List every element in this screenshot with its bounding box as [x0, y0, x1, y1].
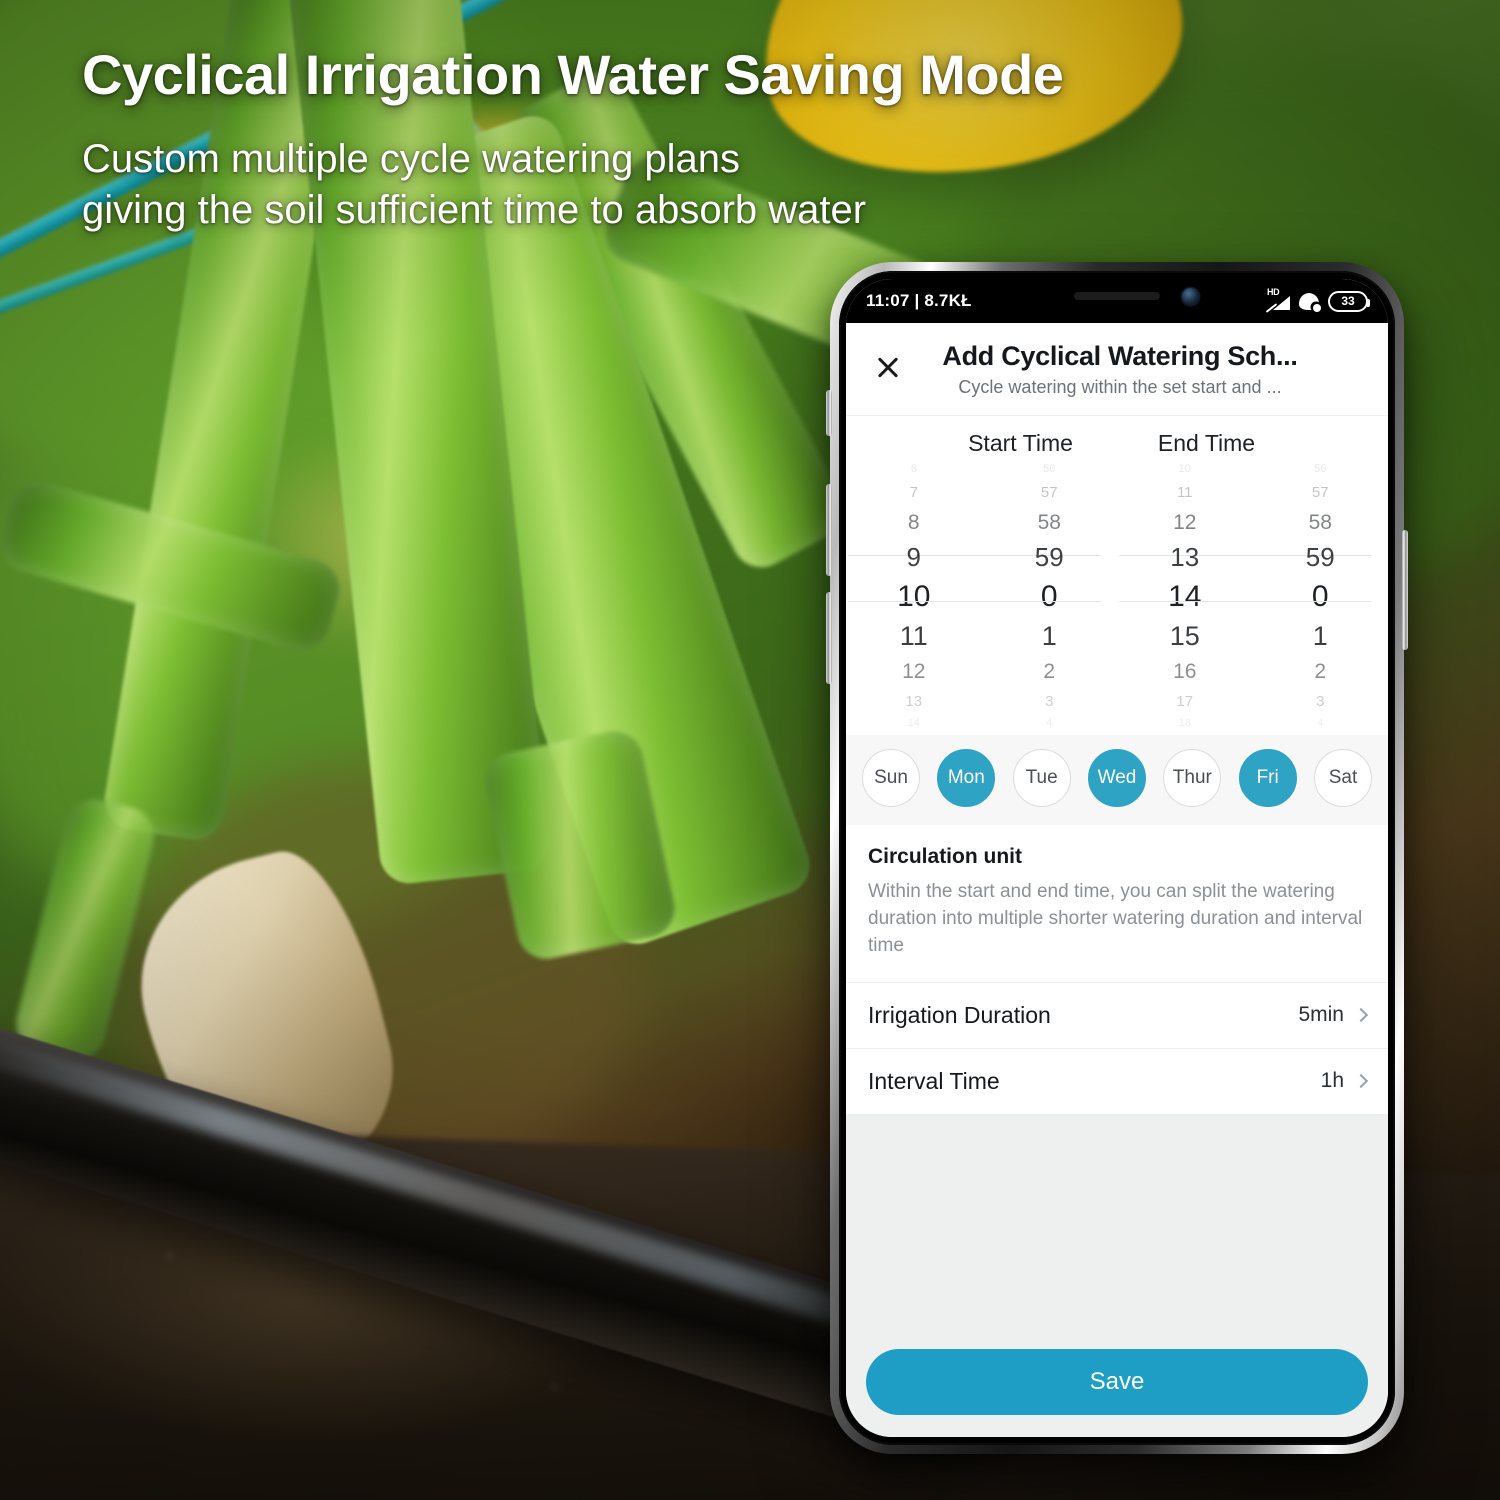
wheel-item: 15 [1169, 621, 1200, 652]
wheel-item-selected: 10 [897, 579, 931, 613]
wheel-item: 4 [1317, 716, 1324, 729]
promo-subtitle-line-1: Custom multiple cycle watering plans [82, 136, 741, 181]
weekday-chip-fri[interactable]: Fri [1238, 748, 1297, 807]
wheel-item: 2 [1043, 660, 1056, 684]
wheel-item: 10 [1178, 462, 1191, 475]
phone-screen: 11:07 | 8.7KŁ HD 33 Add Cyclical Waterin… [846, 279, 1388, 1437]
wheel-item: 59 [1305, 541, 1335, 572]
wheel-item: 58 [1037, 510, 1061, 534]
wheel-item-selected: 0 [1311, 579, 1329, 613]
promo-text-block: Cyclical Irrigation Water Saving Mode Cu… [82, 44, 1202, 236]
empty-content-area [846, 1114, 1388, 1349]
wheel-item: 12 [1173, 510, 1197, 534]
wheel-item: 2 [1314, 660, 1327, 684]
weekday-chip-mon[interactable]: Mon [937, 748, 996, 807]
wheel-item: 56 [1314, 462, 1327, 475]
wheel-item: 18 [1178, 716, 1191, 729]
end-hour-wheel[interactable]: 10 11 12 13 14 15 16 17 18 [1117, 459, 1253, 731]
time-picker-wheels: 6 7 8 9 10 11 12 13 14 56 57 58 59 0 1 2… [846, 459, 1388, 731]
wheel-item: 56 [1043, 462, 1056, 475]
page-subtitle: Cycle watering within the set start and … [958, 377, 1282, 398]
circulation-unit-section: Circulation unit Within the start and en… [846, 824, 1388, 983]
front-camera [1182, 288, 1200, 305]
interval-time-row[interactable]: Interval Time 1h [846, 1048, 1388, 1115]
weekday-chip-sat[interactable]: Sat [1313, 748, 1372, 807]
interval-time-label: Interval Time [868, 1067, 1000, 1094]
battery-level-label: 33 [1341, 294, 1355, 308]
phone-volume-down-button[interactable] [826, 592, 832, 684]
wheel-item: 59 [1034, 541, 1064, 572]
wheel-item: 57 [1311, 484, 1329, 502]
header-text-block: Add Cyclical Watering Sch... Cycle water… [908, 341, 1366, 399]
signal-bars [1273, 296, 1290, 310]
time-picker-labels: Start Time End Time [846, 416, 1388, 459]
start-time-wheel-group: 6 7 8 9 10 11 12 13 14 56 57 58 59 0 1 2… [846, 459, 1117, 731]
phone-volume-up-button[interactable] [826, 484, 832, 576]
status-bar: 11:07 | 8.7KŁ HD 33 [846, 279, 1388, 323]
time-picker-section: Start Time End Time 6 7 8 9 10 11 12 13 … [846, 414, 1388, 735]
wheel-item: 13 [905, 693, 923, 711]
status-bar-icons: HD 33 [1265, 287, 1370, 313]
save-button[interactable]: Save [866, 1349, 1368, 1415]
phone-side-button-top[interactable] [826, 390, 832, 436]
wheel-item: 12 [902, 660, 926, 684]
irrigation-duration-label: Irrigation Duration [868, 1001, 1051, 1028]
wheel-item: 14 [907, 716, 920, 729]
wheel-item: 11 [1176, 484, 1193, 502]
wheel-item: 1 [1041, 621, 1057, 652]
weekday-chip-wed[interactable]: Wed [1087, 748, 1146, 807]
smartphone-mockup: 11:07 | 8.7KŁ HD 33 Add Cyclical Waterin… [826, 262, 1408, 1454]
interval-time-value: 1h [1320, 1069, 1344, 1093]
promo-title: Cyclical Irrigation Water Saving Mode [82, 43, 1064, 106]
irrigation-duration-value: 5min [1298, 1003, 1344, 1027]
wheel-item: 1 [1312, 621, 1328, 652]
status-bar-time: 11:07 | 8.7KŁ [866, 291, 972, 310]
phone-power-button[interactable] [1402, 530, 1408, 650]
app-header: Add Cyclical Watering Sch... Cycle water… [846, 323, 1388, 415]
battery-icon: 33 [1328, 290, 1370, 312]
end-time-label: End Time [1157, 429, 1256, 456]
wheel-item: 8 [907, 510, 920, 534]
wheel-item: 6 [910, 462, 917, 475]
weekday-selector: Sun Mon Tue Wed Thur Fri Sat [846, 734, 1388, 825]
wheel-item: 7 [909, 484, 918, 502]
wheel-item: 17 [1176, 693, 1194, 711]
weekday-chip-sun[interactable]: Sun [862, 748, 920, 807]
wheel-item: 4 [1046, 716, 1053, 729]
wheel-item: 58 [1308, 510, 1332, 534]
circulation-unit-title: Circulation unit [868, 844, 1022, 868]
wheel-item: 11 [899, 621, 928, 652]
earpiece-speaker [1074, 292, 1160, 300]
start-time-label: Start Time [968, 429, 1073, 456]
start-minute-wheel[interactable]: 56 57 58 59 0 1 2 3 4 [982, 459, 1118, 731]
wheel-item: 13 [1170, 541, 1200, 572]
circulation-unit-description: Within the start and end time, you can s… [868, 880, 1363, 956]
wheel-item: 57 [1040, 484, 1058, 502]
wheel-item-selected: 0 [1040, 579, 1058, 613]
promo-subtitle: Custom multiple cycle watering plans giv… [82, 134, 1202, 236]
chevron-right-icon [1353, 1074, 1369, 1089]
wifi-icon [1299, 292, 1321, 312]
weekday-chip-tue[interactable]: Tue [1012, 748, 1071, 807]
save-button-area: Save [846, 1349, 1388, 1437]
chevron-right-icon [1353, 1008, 1369, 1023]
phone-bezel: 11:07 | 8.7KŁ HD 33 Add Cyclical Waterin… [839, 271, 1395, 1445]
wheel-item: 3 [1045, 693, 1054, 711]
wheel-item: 3 [1316, 693, 1325, 711]
irrigation-duration-row[interactable]: Irrigation Duration 5min [846, 982, 1388, 1049]
wheel-item: 9 [906, 541, 921, 572]
weekday-chip-thur[interactable]: Thur [1163, 748, 1222, 807]
start-hour-wheel[interactable]: 6 7 8 9 10 11 12 13 14 [846, 459, 982, 731]
hd-signal-icon: HD [1265, 287, 1290, 313]
end-minute-wheel[interactable]: 56 57 58 59 0 1 2 3 4 [1253, 459, 1389, 731]
wheel-item: 16 [1173, 660, 1197, 684]
wheel-item-selected: 14 [1168, 579, 1202, 613]
page-title: Add Cyclical Watering Sch... [942, 341, 1298, 371]
end-time-wheel-group: 10 11 12 13 14 15 16 17 18 56 57 58 59 0… [1117, 459, 1388, 731]
close-icon[interactable] [868, 347, 908, 387]
promo-subtitle-line-2: giving the soil sufficient time to absor… [82, 187, 867, 232]
